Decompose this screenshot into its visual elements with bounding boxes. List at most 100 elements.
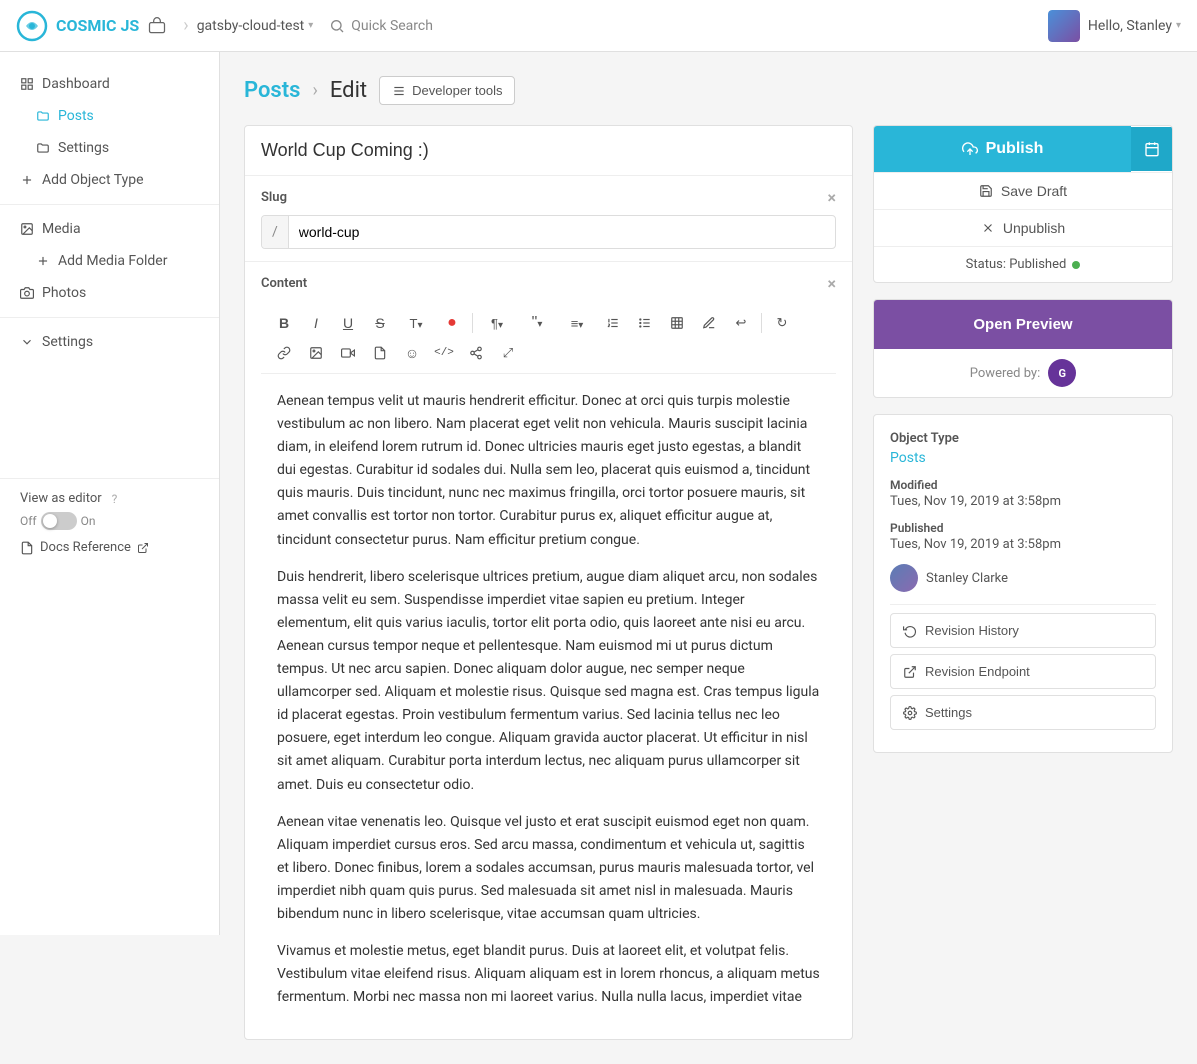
- breadcrumb-posts[interactable]: Posts: [244, 78, 300, 103]
- sidebar-item-dashboard[interactable]: Dashboard: [0, 68, 219, 100]
- sidebar-item-settings[interactable]: Settings: [0, 326, 219, 358]
- align-chevron: [578, 316, 583, 331]
- powered-by-row: Powered by: G: [874, 349, 1172, 397]
- folder-settings-icon: [36, 141, 50, 155]
- toolbar-align[interactable]: ≡: [558, 309, 596, 337]
- main-layout: Dashboard Posts Settings Add Object Type: [0, 52, 1197, 1064]
- save-draft-button[interactable]: Save Draft: [874, 172, 1172, 209]
- add-media-folder-icon: [36, 254, 50, 268]
- bucket-selector[interactable]: gatsby-cloud-test ▾: [197, 18, 314, 34]
- slug-input[interactable]: [289, 216, 835, 248]
- plus-icon: [20, 173, 34, 187]
- open-preview-button[interactable]: Open Preview: [874, 300, 1172, 349]
- toolbar-code[interactable]: </>: [429, 339, 459, 367]
- content-section: Content × B I U S T ● ¶ " ≡: [245, 262, 852, 1039]
- toolbar-image[interactable]: [301, 339, 331, 367]
- toolbar-share[interactable]: [461, 339, 491, 367]
- content-close-icon[interactable]: ×: [828, 274, 837, 293]
- unpublish-button[interactable]: Unpublish: [874, 209, 1172, 246]
- toolbar-font-size[interactable]: T: [397, 309, 435, 337]
- editor-paragraph-2: Duis hendrerit, libero scelerisque ultri…: [277, 566, 820, 797]
- help-icon: ?: [112, 492, 118, 506]
- toolbar-quote[interactable]: ": [518, 309, 556, 337]
- view-as-editor-toggle[interactable]: Off On: [20, 512, 96, 530]
- toolbar-underline[interactable]: U: [333, 309, 363, 337]
- sidebar-item-posts[interactable]: Posts: [0, 100, 219, 132]
- toolbar-refresh[interactable]: ↻: [767, 309, 797, 337]
- sidebar-item-add-object-type[interactable]: Add Object Type: [0, 164, 219, 196]
- publish-calendar-button[interactable]: [1131, 127, 1172, 171]
- save-draft-label: Save Draft: [1001, 183, 1067, 199]
- toolbar-pen[interactable]: [694, 309, 724, 337]
- save-icon: [979, 184, 993, 198]
- chevron-settings-icon: [20, 335, 34, 349]
- meta-user-row: Stanley Clarke: [890, 564, 1156, 592]
- search-icon: [329, 18, 345, 34]
- toolbar-emoji[interactable]: ☺: [397, 339, 427, 367]
- external-link-icon: [137, 542, 149, 554]
- powered-by-label: Powered by:: [970, 366, 1040, 381]
- settings-button[interactable]: Settings: [890, 695, 1156, 730]
- editor-paragraph-1: Aenean tempus velit ut mauris hendrerit …: [277, 390, 820, 552]
- object-type-value[interactable]: Posts: [890, 450, 1156, 466]
- toolbar-video[interactable]: [333, 339, 363, 367]
- toolbar-list-ul[interactable]: [630, 309, 660, 337]
- media-icon: [20, 222, 34, 236]
- revision-endpoint-button[interactable]: Revision Endpoint: [890, 654, 1156, 689]
- dev-tools-icon: [392, 84, 406, 98]
- toolbar-undo[interactable]: ↩: [726, 309, 756, 337]
- slug-input-wrap: /: [261, 215, 836, 249]
- slug-label: Slug: [261, 190, 287, 205]
- status-row: Status: Published: [874, 246, 1172, 282]
- folder-icon: [36, 109, 50, 123]
- title-input[interactable]: [245, 126, 852, 176]
- toolbar-strike[interactable]: S: [365, 309, 395, 337]
- toolbar-bold[interactable]: B: [269, 309, 299, 337]
- toolbar-sep-1: [472, 313, 473, 333]
- revision-history-button[interactable]: Revision History: [890, 613, 1156, 648]
- camera-icon: [20, 286, 34, 300]
- publish-button[interactable]: Publish: [874, 126, 1131, 172]
- quick-search[interactable]: Quick Search: [329, 18, 433, 34]
- view-as-editor-label: View as editor: [20, 491, 102, 506]
- sidebar-media-label: Media: [42, 221, 81, 237]
- open-preview-label: Open Preview: [973, 316, 1072, 333]
- toolbar-color[interactable]: ●: [437, 309, 467, 337]
- modified-value: Tues, Nov 19, 2019 at 3:58pm: [890, 494, 1156, 509]
- toolbar-paragraph[interactable]: ¶: [478, 309, 516, 337]
- sidebar-divider-2: [0, 317, 219, 318]
- nav-separator: ›: [183, 15, 188, 36]
- toggle-thumb: [43, 514, 57, 528]
- dev-tools-label: Developer tools: [412, 83, 502, 98]
- sidebar-item-photos[interactable]: Photos: [0, 277, 219, 309]
- slug-close-icon[interactable]: ×: [828, 188, 837, 207]
- sidebar-item-add-media-folder[interactable]: Add Media Folder: [0, 245, 219, 277]
- developer-tools-button[interactable]: Developer tools: [379, 76, 515, 105]
- sidebar-item-settings-obj[interactable]: Settings: [0, 132, 219, 164]
- top-nav: COSMIC JS › gatsby-cloud-test ▾ Quick Se…: [0, 0, 1197, 52]
- toolbar-link[interactable]: [269, 339, 299, 367]
- user-chevron-icon: ▾: [1176, 20, 1181, 31]
- sidebar-photos-label: Photos: [42, 285, 86, 301]
- meta-user-name: Stanley Clarke: [926, 571, 1008, 586]
- toolbar-italic[interactable]: I: [301, 309, 331, 337]
- bucket-icon: [147, 16, 167, 36]
- toolbar-list-ol[interactable]: [598, 309, 628, 337]
- slug-prefix: /: [262, 216, 289, 248]
- toolbar-table[interactable]: [662, 309, 692, 337]
- docs-reference-link[interactable]: Docs Reference: [20, 540, 199, 555]
- meta-divider: [890, 604, 1156, 605]
- sidebar-add-object-type-label: Add Object Type: [42, 172, 144, 188]
- publish-top: Publish: [874, 126, 1172, 172]
- docs-reference-label: Docs Reference: [40, 540, 131, 555]
- toolbar-file[interactable]: [365, 339, 395, 367]
- sidebar-divider-1: [0, 204, 219, 205]
- editor-body[interactable]: Aenean tempus velit ut mauris hendrerit …: [261, 374, 836, 1039]
- toggle-track[interactable]: [41, 512, 77, 530]
- app-logo[interactable]: COSMIC JS: [16, 10, 139, 42]
- sidebar-item-media[interactable]: Media: [0, 213, 219, 245]
- editor-toolbar: B I U S T ● ¶ " ≡: [261, 303, 836, 374]
- publish-cloud-icon: [962, 141, 978, 157]
- user-menu[interactable]: Hello, Stanley ▾: [1088, 18, 1181, 34]
- toolbar-fullscreen[interactable]: ⤢: [493, 339, 523, 367]
